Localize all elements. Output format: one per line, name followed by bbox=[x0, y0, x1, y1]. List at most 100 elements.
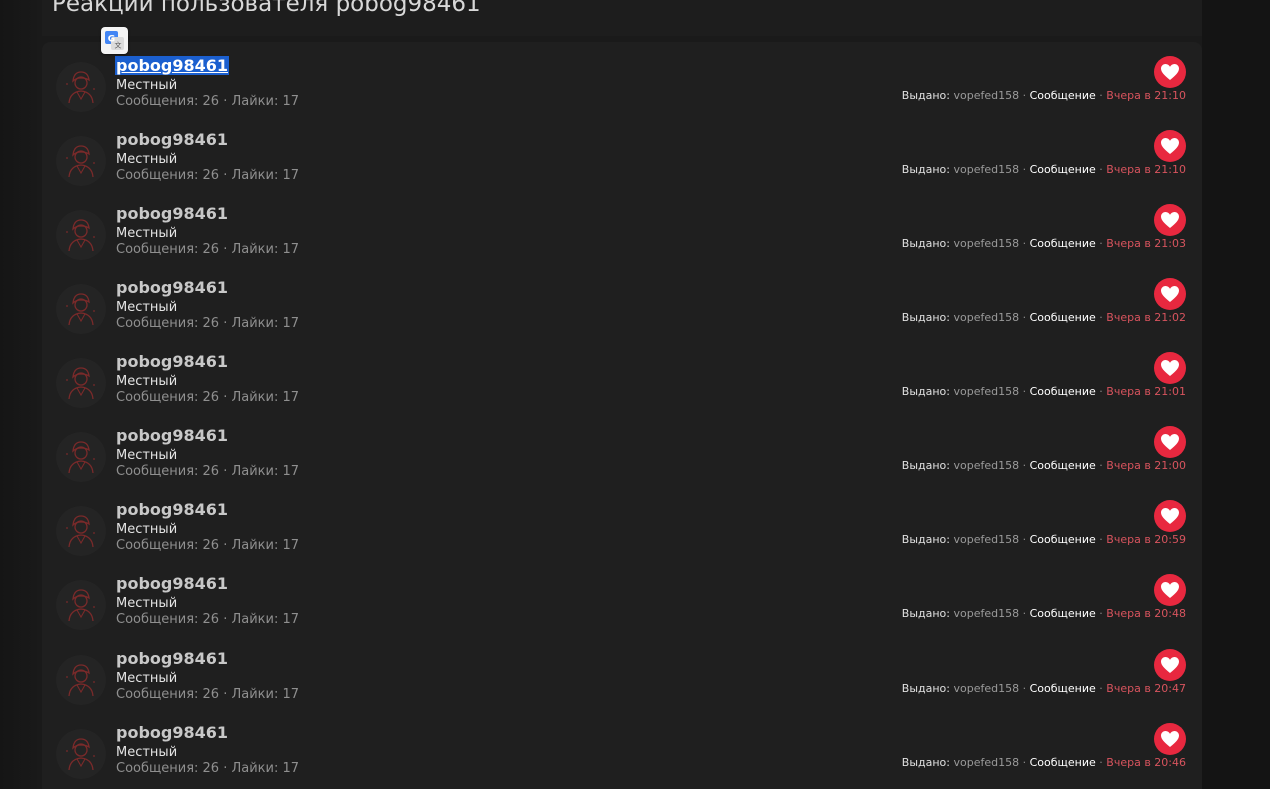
content-link[interactable]: Сообщение bbox=[1030, 385, 1096, 398]
username-link[interactable]: pobog98461 bbox=[116, 352, 228, 371]
username-link[interactable]: pobog98461 bbox=[116, 723, 228, 742]
user-title: Местный bbox=[116, 448, 178, 463]
giver-link[interactable]: vopefed158 bbox=[954, 385, 1020, 398]
reaction-row: pobog98461 Местный Сообщения: 26 · Лайки… bbox=[42, 116, 1202, 190]
username-link[interactable]: pobog98461 bbox=[116, 426, 228, 445]
giver-link[interactable]: vopefed158 bbox=[954, 682, 1020, 695]
person-avatar-icon bbox=[56, 284, 106, 334]
separator: · bbox=[1099, 533, 1103, 546]
user-title: Местный bbox=[116, 522, 178, 537]
content-link[interactable]: Сообщение bbox=[1030, 163, 1096, 176]
avatar[interactable] bbox=[56, 506, 106, 556]
avatar[interactable] bbox=[56, 580, 106, 630]
avatar[interactable] bbox=[56, 62, 106, 112]
reaction-time[interactable]: Вчера в 21:01 bbox=[1106, 385, 1186, 398]
username-link[interactable]: pobog98461 bbox=[115, 56, 230, 75]
content-link[interactable]: Сообщение bbox=[1030, 459, 1096, 472]
giver-link[interactable]: vopefed158 bbox=[954, 756, 1020, 769]
heart-icon bbox=[1161, 286, 1179, 302]
username-link[interactable]: pobog98461 bbox=[116, 500, 228, 519]
reaction-heart-button[interactable] bbox=[1154, 130, 1186, 162]
avatar[interactable] bbox=[56, 358, 106, 408]
reaction-time[interactable]: Вчера в 20:47 bbox=[1106, 682, 1186, 695]
reaction-row: pobog98461 Местный Сообщения: 26 · Лайки… bbox=[42, 42, 1202, 116]
giver-link[interactable]: vopefed158 bbox=[954, 163, 1020, 176]
reaction-time[interactable]: Вчера в 20:48 bbox=[1106, 607, 1186, 620]
user-stats: Сообщения: 26 · Лайки: 17 bbox=[116, 538, 300, 553]
heart-icon bbox=[1161, 508, 1179, 524]
giver-link[interactable]: vopefed158 bbox=[954, 311, 1020, 324]
reaction-heart-button[interactable] bbox=[1154, 574, 1186, 606]
avatar[interactable] bbox=[56, 729, 106, 779]
user-title: Местный bbox=[116, 671, 178, 686]
heart-icon bbox=[1161, 64, 1179, 80]
reaction-heart-button[interactable] bbox=[1154, 500, 1186, 532]
username-link[interactable]: pobog98461 bbox=[116, 574, 228, 593]
reaction-time[interactable]: Вчера в 21:10 bbox=[1106, 163, 1186, 176]
separator: · bbox=[1022, 607, 1027, 620]
reaction-time[interactable]: Вчера в 21:00 bbox=[1106, 459, 1186, 472]
reaction-row: pobog98461 Местный Сообщения: 26 · Лайки… bbox=[42, 264, 1202, 338]
separator: · bbox=[1022, 459, 1027, 472]
content-link[interactable]: Сообщение bbox=[1030, 682, 1096, 695]
username-link[interactable]: pobog98461 bbox=[116, 278, 228, 297]
giver-link[interactable]: vopefed158 bbox=[954, 89, 1020, 102]
separator: · bbox=[1099, 607, 1103, 620]
person-avatar-icon bbox=[56, 136, 106, 186]
page: Реакции пользователя pobog98461 G 文 pobo… bbox=[0, 0, 1270, 789]
content-link[interactable]: Сообщение bbox=[1030, 311, 1096, 324]
giver-link[interactable]: vopefed158 bbox=[954, 459, 1020, 472]
reaction-heart-button[interactable] bbox=[1154, 56, 1186, 88]
user-title: Местный bbox=[116, 374, 178, 389]
username-link[interactable]: pobog98461 bbox=[116, 130, 228, 149]
avatar[interactable] bbox=[56, 210, 106, 260]
given-by-label: Выдано: bbox=[901, 607, 950, 620]
reaction-meta: Выдано: vopefed158 · Сообщение · Вчера в… bbox=[902, 756, 1186, 769]
avatar[interactable] bbox=[56, 655, 106, 705]
reaction-time[interactable]: Вчера в 21:10 bbox=[1106, 89, 1186, 102]
reaction-time[interactable]: Вчера в 21:02 bbox=[1106, 311, 1186, 324]
user-stats: Сообщения: 26 · Лайки: 17 bbox=[116, 390, 300, 405]
avatar[interactable] bbox=[56, 432, 106, 482]
content-link[interactable]: Сообщение bbox=[1030, 237, 1096, 250]
given-by-label: Выдано: bbox=[901, 385, 950, 398]
content-link[interactable]: Сообщение bbox=[1030, 607, 1096, 620]
separator: · bbox=[1099, 385, 1103, 398]
person-avatar-icon bbox=[56, 729, 106, 779]
user-title: Местный bbox=[116, 226, 178, 241]
content-link[interactable]: Сообщение bbox=[1030, 89, 1096, 102]
reaction-time[interactable]: Вчера в 21:03 bbox=[1106, 237, 1186, 250]
user-stats: Сообщения: 26 · Лайки: 17 bbox=[116, 94, 300, 109]
svg-text:文: 文 bbox=[115, 41, 122, 50]
user-stats: Сообщения: 26 · Лайки: 17 bbox=[116, 612, 300, 627]
username-link[interactable]: pobog98461 bbox=[116, 204, 228, 223]
reaction-time[interactable]: Вчера в 20:59 bbox=[1106, 533, 1186, 546]
reaction-heart-button[interactable] bbox=[1154, 649, 1186, 681]
content-link[interactable]: Сообщение bbox=[1030, 533, 1096, 546]
giver-link[interactable]: vopefed158 bbox=[954, 607, 1020, 620]
avatar[interactable] bbox=[56, 136, 106, 186]
giver-link[interactable]: vopefed158 bbox=[954, 237, 1020, 250]
reaction-meta: Выдано: vopefed158 · Сообщение · Вчера в… bbox=[902, 459, 1186, 472]
username-link[interactable]: pobog98461 bbox=[116, 649, 228, 668]
reaction-row: pobog98461 Местный Сообщения: 26 · Лайки… bbox=[42, 709, 1202, 783]
heart-icon bbox=[1161, 138, 1179, 154]
given-by-label: Выдано: bbox=[901, 459, 950, 472]
separator: · bbox=[1022, 89, 1027, 102]
reaction-time[interactable]: Вчера в 20:46 bbox=[1106, 756, 1186, 769]
reaction-row: pobog98461 Местный Сообщения: 26 · Лайки… bbox=[42, 635, 1202, 709]
person-avatar-icon bbox=[56, 580, 106, 630]
separator: · bbox=[1022, 237, 1027, 250]
heart-icon bbox=[1161, 360, 1179, 376]
giver-link[interactable]: vopefed158 bbox=[954, 533, 1020, 546]
reaction-heart-button[interactable] bbox=[1154, 204, 1186, 236]
reaction-heart-button[interactable] bbox=[1154, 723, 1186, 755]
user-stats: Сообщения: 26 · Лайки: 17 bbox=[116, 464, 300, 479]
reaction-heart-button[interactable] bbox=[1154, 426, 1186, 458]
reaction-heart-button[interactable] bbox=[1154, 278, 1186, 310]
reaction-heart-button[interactable] bbox=[1154, 352, 1186, 384]
reaction-meta: Выдано: vopefed158 · Сообщение · Вчера в… bbox=[902, 533, 1186, 546]
avatar[interactable] bbox=[56, 284, 106, 334]
content-link[interactable]: Сообщение bbox=[1030, 756, 1096, 769]
google-translate-button[interactable]: G 文 bbox=[101, 27, 128, 54]
